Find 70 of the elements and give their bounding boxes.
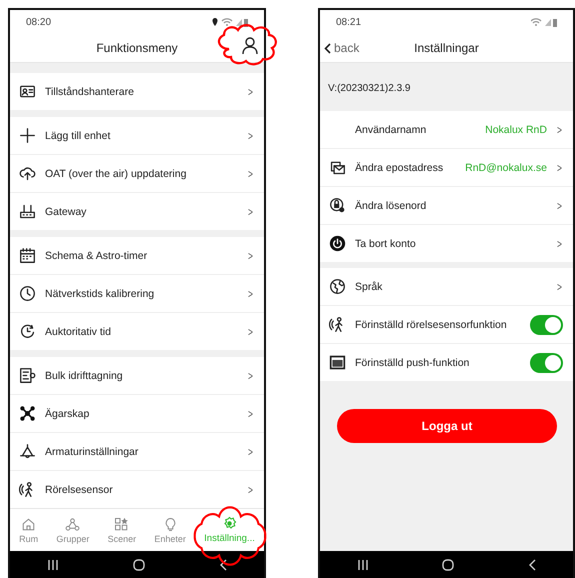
menu-item-label: Nätverkstids kalibrering bbox=[45, 288, 156, 300]
menu-item[interactable]: Armaturinställningar > bbox=[10, 433, 264, 471]
chevron: > bbox=[248, 406, 253, 420]
settings-item-label: Ändra epostadress bbox=[355, 162, 444, 174]
tab[interactable]: Enheter bbox=[154, 516, 186, 544]
chevron: > bbox=[248, 324, 253, 338]
menu-item[interactable]: Rörelsesensor > bbox=[10, 471, 264, 508]
tab-label: Rum bbox=[19, 534, 38, 544]
chevron: > bbox=[248, 368, 253, 382]
menu-item-label: Lägg till enhet bbox=[45, 130, 112, 142]
chevron: > bbox=[248, 444, 253, 458]
chevron: > bbox=[248, 84, 253, 98]
back-link[interactable]: back bbox=[324, 41, 360, 55]
menu-item[interactable]: Gateway > bbox=[10, 193, 264, 230]
menu-item[interactable]: OAT (over the air) uppdatering > bbox=[10, 155, 264, 193]
menu-item[interactable]: Ägarskap > bbox=[10, 395, 264, 433]
chevron: > bbox=[557, 198, 562, 212]
logout-button[interactable]: Logga ut bbox=[337, 409, 557, 443]
chevron: > bbox=[557, 160, 562, 174]
settings-value: Nokalux RnD bbox=[485, 124, 547, 136]
chevron: > bbox=[557, 122, 562, 136]
menu-item[interactable]: Bulk idrifttagning > bbox=[10, 357, 264, 395]
chevron: > bbox=[248, 128, 253, 142]
screen-title: Inställningar bbox=[414, 41, 479, 55]
settings-item[interactable]: Förinställd push-funktion bbox=[320, 344, 573, 381]
tab-label: Grupper bbox=[56, 534, 90, 544]
settings-item-label: Användarnamn bbox=[355, 124, 428, 136]
settings-item[interactable]: Språk > bbox=[320, 268, 573, 306]
menu-item-label: Tillståndshanterare bbox=[45, 86, 135, 98]
settings-value: RnD@nokalux.se bbox=[465, 162, 547, 174]
menu-item-label: Armaturinställningar bbox=[45, 446, 140, 458]
menu-item-label: Rörelsesensor bbox=[45, 484, 114, 496]
screen-title: Funktionsmeny bbox=[96, 41, 178, 55]
menu-item-label: Auktoritativ tid bbox=[45, 326, 112, 338]
version-text: V:(20230321)2.3.9 bbox=[327, 82, 412, 96]
settings-item[interactable]: Användarnamn Nokalux RnD > bbox=[320, 111, 573, 149]
chevron: > bbox=[248, 248, 253, 262]
status-time: 08:21 bbox=[336, 16, 362, 28]
chevron: > bbox=[248, 482, 253, 496]
settings-item-label: Förinställd rörelsesensorfunktion bbox=[355, 318, 508, 330]
chevron: > bbox=[248, 166, 253, 180]
menu-item-label: Gateway bbox=[45, 206, 88, 218]
tab-label: Scener bbox=[108, 534, 136, 544]
menu-item-label: Schema & Astro-timer bbox=[45, 250, 148, 262]
settings-item[interactable]: Ändra epostadress RnD@nokalux.se > bbox=[320, 149, 573, 187]
menu-item-label: Bulk idrifttagning bbox=[45, 370, 124, 382]
settings-item-label: Förinställd push-funktion bbox=[355, 356, 470, 368]
settings-item[interactable]: Ta bort konto > bbox=[320, 225, 573, 262]
status-time: 08:20 bbox=[26, 16, 52, 28]
menu-item[interactable]: Schema & Astro-timer > bbox=[10, 237, 264, 275]
chevron: > bbox=[557, 236, 562, 250]
settings-item[interactable]: Ändra lösenord > bbox=[320, 187, 573, 225]
chevron: > bbox=[557, 280, 562, 294]
menu-item[interactable]: Nätverkstids kalibrering > bbox=[10, 275, 264, 313]
settings-item-label: Språk bbox=[355, 280, 384, 292]
tab-label: Inställning... bbox=[204, 533, 255, 544]
menu-item-label: OAT (over the air) uppdatering bbox=[45, 168, 188, 180]
tab[interactable]: Scener bbox=[108, 516, 136, 544]
settings-item-label: Ändra lösenord bbox=[355, 200, 428, 212]
settings-item[interactable]: Förinställd rörelsesensorfunktion bbox=[320, 306, 573, 344]
settings-item-label: Ta bort konto bbox=[355, 238, 417, 250]
chevron: > bbox=[248, 204, 253, 218]
tab[interactable]: Grupper bbox=[56, 516, 90, 544]
menu-item[interactable]: Auktoritativ tid > bbox=[10, 313, 264, 350]
tab[interactable]: Rum bbox=[19, 516, 38, 544]
menu-item[interactable]: Tillståndshanterare > bbox=[10, 73, 264, 110]
menu-item[interactable]: Lägg till enhet > bbox=[10, 117, 264, 155]
chevron: > bbox=[248, 286, 253, 300]
menu-item-label: Ägarskap bbox=[45, 408, 90, 420]
tab-label: Enheter bbox=[154, 534, 186, 544]
